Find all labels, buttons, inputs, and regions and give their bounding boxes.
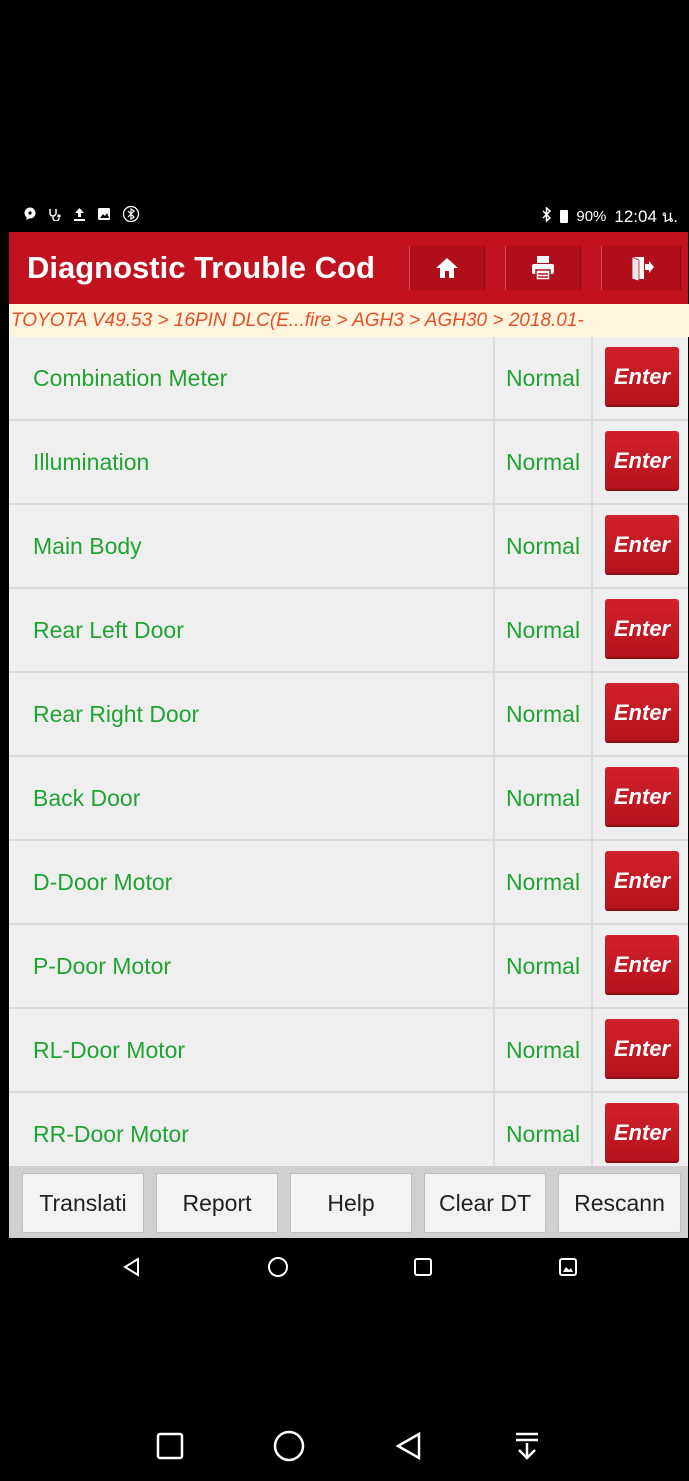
enter-button[interactable]: Enter — [605, 347, 679, 407]
home-button[interactable] — [409, 246, 485, 290]
back-triangle-icon — [123, 1257, 139, 1277]
enter-cell: Enter — [593, 673, 688, 755]
square-icon — [156, 1432, 184, 1460]
list-item: Combination Meter Normal Enter — [9, 337, 688, 419]
status-bar: 90% 12:04 น. — [9, 200, 688, 232]
system-status: Normal — [495, 673, 591, 755]
system-status: Normal — [495, 421, 591, 503]
system-status: Normal — [495, 505, 591, 587]
enter-cell: Enter — [593, 925, 688, 1007]
list-item: D-Door Motor Normal Enter — [9, 841, 688, 923]
enter-cell: Enter — [593, 589, 688, 671]
system-name: Rear Right Door — [9, 673, 493, 755]
list-item: Illumination Normal Enter — [9, 421, 688, 503]
phone-screen: 90% 12:04 น. Diagnostic Trouble Cod TOYO… — [9, 0, 689, 1481]
help-button[interactable]: Help — [290, 1173, 412, 1233]
exit-button[interactable] — [601, 246, 681, 290]
home-circle-icon — [268, 1257, 288, 1277]
system-indicators: 90% 12:04 น. — [541, 203, 688, 230]
system-list[interactable]: Combination Meter Normal Enter Illuminat… — [9, 337, 688, 1166]
chat-icon — [23, 207, 37, 225]
list-item: RL-Door Motor Normal Enter — [9, 1009, 688, 1091]
enter-button[interactable]: Enter — [605, 599, 679, 659]
pull-down-icon — [516, 1432, 538, 1460]
enter-cell: Enter — [593, 1009, 688, 1091]
system-status: Normal — [495, 589, 591, 671]
rescan-button[interactable]: Rescann — [558, 1173, 681, 1233]
back-button[interactable] — [117, 1252, 147, 1282]
report-button[interactable]: Report — [156, 1173, 278, 1233]
app-header: Diagnostic Trouble Cod — [9, 232, 688, 304]
enter-button[interactable]: Enter — [605, 431, 679, 491]
screenshot-icon — [559, 1258, 577, 1276]
device-back-button[interactable] — [391, 1428, 427, 1464]
enter-button[interactable]: Enter — [605, 683, 679, 743]
system-status: Normal — [495, 337, 591, 419]
translate-button[interactable]: Translati — [22, 1173, 144, 1233]
system-name: RL-Door Motor — [9, 1009, 493, 1091]
list-item: Rear Right Door Normal Enter — [9, 673, 688, 755]
exit-icon — [631, 256, 654, 282]
enter-cell: Enter — [593, 1093, 688, 1166]
enter-button[interactable]: Enter — [605, 935, 679, 995]
circle-icon — [273, 1430, 305, 1462]
home-nav-button[interactable] — [263, 1252, 293, 1282]
enter-cell: Enter — [593, 337, 688, 419]
image-icon — [97, 207, 111, 225]
system-status: Normal — [495, 925, 591, 1007]
list-item: RR-Door Motor Normal Enter — [9, 1093, 688, 1166]
notification-icons — [9, 205, 140, 227]
system-name: Illumination — [9, 421, 493, 503]
clock: 12:04 น. — [614, 206, 678, 226]
system-name: D-Door Motor — [9, 841, 493, 923]
enter-button[interactable]: Enter — [605, 851, 679, 911]
enter-button[interactable]: Enter — [605, 515, 679, 575]
system-status: Normal — [495, 1093, 591, 1166]
bluetooth-icon — [541, 205, 552, 226]
enter-cell: Enter — [593, 505, 688, 587]
home-icon — [436, 258, 458, 278]
system-status: Normal — [495, 841, 591, 923]
system-name: Rear Left Door — [9, 589, 493, 671]
list-item: Back Door Normal Enter — [9, 757, 688, 839]
bluetooth-circle-icon — [122, 205, 140, 227]
system-name: Combination Meter — [9, 337, 493, 419]
enter-cell: Enter — [593, 757, 688, 839]
app-nav-bar — [9, 1238, 688, 1294]
recents-button[interactable] — [408, 1252, 438, 1282]
enter-button[interactable]: Enter — [605, 767, 679, 827]
system-name: P-Door Motor — [9, 925, 493, 1007]
list-item: Main Body Normal Enter — [9, 505, 688, 587]
battery-icon — [560, 209, 569, 223]
overview-button[interactable] — [152, 1428, 188, 1464]
system-name: Back Door — [9, 757, 493, 839]
clear-dtc-button[interactable]: Clear DT — [424, 1173, 546, 1233]
upload-icon — [73, 207, 86, 225]
system-status: Normal — [495, 1009, 591, 1091]
enter-cell: Enter — [593, 421, 688, 503]
triangle-back-icon — [395, 1431, 421, 1461]
enter-button[interactable]: Enter — [605, 1019, 679, 1079]
device-home-button[interactable] — [271, 1428, 307, 1464]
enter-cell: Enter — [593, 841, 688, 923]
list-item: Rear Left Door Normal Enter — [9, 589, 688, 671]
printer-icon — [532, 256, 554, 281]
page-title: Diagnostic Trouble Cod — [27, 250, 375, 285]
system-name: Main Body — [9, 505, 493, 587]
notification-pull-button[interactable] — [509, 1428, 545, 1464]
bottom-toolbar: Translati Report Help Clear DT Rescann — [9, 1166, 688, 1238]
stethoscope-icon — [48, 207, 62, 225]
system-nav-bar — [9, 1400, 688, 1481]
breadcrumb: TOYOTA V49.53 > 16PIN DLC(E...fire > AGH… — [9, 304, 689, 337]
list-item: P-Door Motor Normal Enter — [9, 925, 688, 1007]
enter-button[interactable]: Enter — [605, 1103, 679, 1163]
print-button[interactable] — [505, 246, 581, 290]
screenshot-button[interactable] — [553, 1252, 583, 1282]
recents-square-icon — [414, 1258, 432, 1276]
system-name: RR-Door Motor — [9, 1093, 493, 1166]
system-status: Normal — [495, 757, 591, 839]
battery-percent: 90% — [576, 207, 607, 225]
